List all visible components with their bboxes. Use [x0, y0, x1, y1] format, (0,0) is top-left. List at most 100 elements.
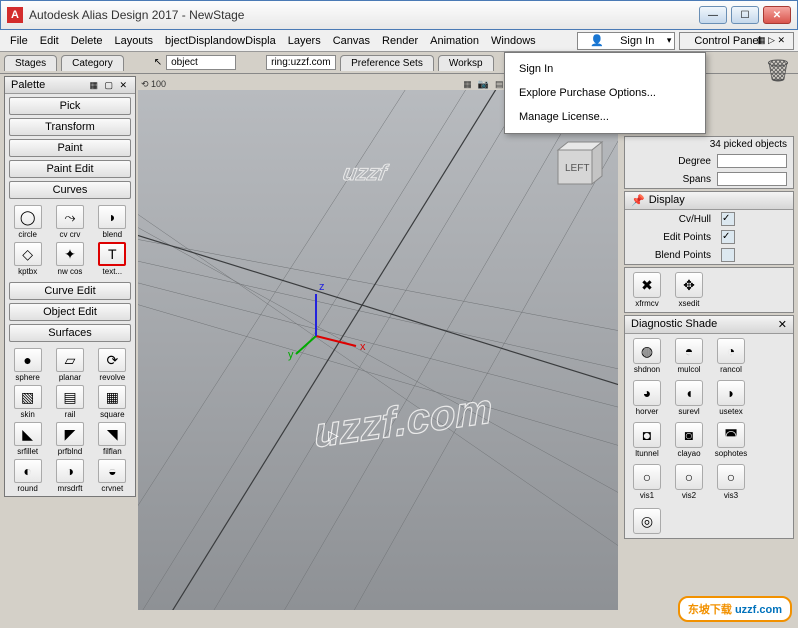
- tool-label: crvnet: [101, 484, 123, 493]
- menu-delete[interactable]: Delete: [65, 33, 109, 49]
- diag-tool-rancol[interactable]: ◔rancol: [713, 338, 749, 374]
- close-icon[interactable]: ✕: [778, 318, 787, 331]
- diag-tool-clayao[interactable]: ◙clayao: [671, 422, 707, 458]
- xform-tool-xsedit[interactable]: ✥xsedit: [671, 272, 707, 308]
- palette-curve-edit[interactable]: Curve Edit: [9, 282, 131, 300]
- menu-item-manage-license[interactable]: Manage License...: [505, 105, 705, 129]
- diag-tool-usetex[interactable]: ◗usetex: [713, 380, 749, 416]
- curves-tool-kptbx[interactable]: ◇kptbx: [7, 241, 48, 277]
- menu-windows[interactable]: Windows: [485, 33, 542, 49]
- curves-tool-blend[interactable]: ◗blend: [92, 204, 133, 240]
- surfaces-tool-prfblnd[interactable]: ◤prfblnd: [49, 421, 90, 457]
- maximize-button[interactable]: ☐: [731, 6, 759, 24]
- tab-category[interactable]: Category: [61, 55, 124, 71]
- spans-field[interactable]: [717, 172, 787, 186]
- vp-icon[interactable]: ▤: [495, 79, 504, 90]
- tab-workspace[interactable]: Worksp: [438, 55, 494, 71]
- tool-label: skin: [21, 410, 35, 419]
- icon-label: sophotes: [715, 449, 747, 458]
- curves-tool-text...[interactable]: Ttext...: [92, 241, 133, 277]
- display-section-title[interactable]: 📌Display: [625, 192, 793, 210]
- diag-tool-horver[interactable]: ◕horver: [629, 380, 665, 416]
- mulcol-icon: ◓: [675, 338, 703, 364]
- tab-stages[interactable]: Stages: [4, 55, 57, 71]
- xform-tool-xfrmcv[interactable]: ✖xfrmcv: [629, 272, 665, 308]
- diag-tool-shdnon[interactable]: ◍shdnon: [629, 338, 665, 374]
- menu-canvas[interactable]: Canvas: [327, 33, 376, 49]
- cvhull-checkbox[interactable]: ✓: [721, 212, 735, 226]
- palette-transform[interactable]: Transform: [9, 118, 131, 136]
- control-panel-button[interactable]: Control Panel ▦ ▷ ✕: [679, 32, 794, 50]
- menu-item-signin[interactable]: Sign In: [505, 57, 705, 81]
- surfaces-tool-planar[interactable]: ▱planar: [49, 347, 90, 383]
- blendpoints-checkbox[interactable]: [721, 248, 735, 262]
- menu-file[interactable]: File: [4, 33, 34, 49]
- surfaces-tool-sphere[interactable]: ●sphere: [7, 347, 48, 383]
- degree-field[interactable]: [717, 154, 787, 168]
- palette-header-icons[interactable]: ▦ ▢ ✕: [89, 80, 129, 91]
- diag-tool-vis3[interactable]: ○vis3: [713, 464, 749, 500]
- crvnet-icon: ◒: [98, 459, 126, 483]
- minimize-button[interactable]: —: [699, 6, 727, 24]
- palette-title: Palette: [11, 79, 45, 91]
- svg-text:uzzf.com: uzzf.com: [314, 384, 494, 456]
- tab-preference-sets[interactable]: Preference Sets: [340, 55, 434, 71]
- menu-animation[interactable]: Animation: [424, 33, 485, 49]
- user-icon: 👤: [584, 32, 610, 49]
- menu-item-explore-purchase[interactable]: Explore Purchase Options...: [505, 81, 705, 105]
- diag-tool-mulcol[interactable]: ◓mulcol: [671, 338, 707, 374]
- circle-icon: ◯: [14, 205, 42, 229]
- surfaces-tool-square[interactable]: ▦square: [92, 384, 133, 420]
- sophotes-icon: ◚: [717, 422, 745, 448]
- clayao-icon: ◙: [675, 422, 703, 448]
- vp-icon[interactable]: 📷: [478, 79, 489, 90]
- vp-icon[interactable]: ▦: [463, 79, 472, 90]
- svg-text:x: x: [360, 341, 366, 353]
- surfaces-tool-rail[interactable]: ▤rail: [49, 384, 90, 420]
- menu-layers[interactable]: Layers: [282, 33, 327, 49]
- palette-paint-edit[interactable]: Paint Edit: [9, 160, 131, 178]
- diag-tool-ltunnel[interactable]: ◘ltunnel: [629, 422, 665, 458]
- palette-surfaces[interactable]: Surfaces: [9, 324, 131, 342]
- viewport-3d[interactable]: x y z LEFT uzzf uzzf.com ▷: [138, 90, 618, 610]
- diag-tool-vis2[interactable]: ○vis2: [671, 464, 707, 500]
- diag-tool-sophotes[interactable]: ◚sophotes: [713, 422, 749, 458]
- vis2-icon: ○: [675, 464, 703, 490]
- surfaces-tool-srfillet[interactable]: ◣srfillet: [7, 421, 48, 457]
- surfaces-tool-mrsdrft[interactable]: ◑mrsdrft: [49, 458, 90, 494]
- icon-label: xfrmcv: [635, 299, 659, 308]
- palette-object-edit[interactable]: Object Edit: [9, 303, 131, 321]
- surfaces-tool-crvnet[interactable]: ◒crvnet: [92, 458, 133, 494]
- menu-render[interactable]: Render: [376, 33, 424, 49]
- palette-curves[interactable]: Curves: [9, 181, 131, 199]
- close-button[interactable]: ✕: [763, 6, 791, 24]
- diag-extra-tool[interactable]: ◎: [629, 508, 665, 534]
- surfaces-tool-revolve[interactable]: ⟳revolve: [92, 347, 133, 383]
- curves-tool-circle[interactable]: ◯circle: [7, 204, 48, 240]
- ring-input[interactable]: ring:uzzf.com: [266, 55, 336, 70]
- curves-tool-cv crv[interactable]: ⤳cv crv: [49, 204, 90, 240]
- menu-layouts[interactable]: Layouts: [109, 33, 160, 49]
- icon-label: vis3: [724, 491, 738, 500]
- editpoints-checkbox[interactable]: ✓: [721, 230, 735, 244]
- curves-tool-grid: ◯circle⤳cv crv◗blend ◇kptbx✦nw cosTtext..…: [5, 202, 135, 279]
- palette-paint[interactable]: Paint: [9, 139, 131, 157]
- diag-tool-surevl[interactable]: ◖surevl: [671, 380, 707, 416]
- surfaces-tool-round[interactable]: ◐round: [7, 458, 48, 494]
- filflan-icon: ◥: [98, 422, 126, 446]
- surfaces-tool-skin[interactable]: ▧skin: [7, 384, 48, 420]
- palette-pick[interactable]: Pick: [9, 97, 131, 115]
- signin-menu: Sign In Explore Purchase Options... Mana…: [504, 52, 706, 134]
- curves-tool-nw cos[interactable]: ✦nw cos: [49, 241, 90, 277]
- rancol-icon: ◔: [717, 338, 745, 364]
- diagnostic-shade-title[interactable]: Diagnostic Shade✕: [625, 316, 793, 334]
- object-input[interactable]: object: [166, 55, 236, 70]
- diag-tool-vis1[interactable]: ○vis1: [629, 464, 665, 500]
- signin-dropdown[interactable]: 👤 Sign In: [577, 32, 675, 50]
- tool-label: round: [17, 484, 37, 493]
- menu-objectdisplay[interactable]: bjectDisplandowDispla: [159, 33, 282, 49]
- tool-label: srfillet: [17, 447, 38, 456]
- menu-edit[interactable]: Edit: [34, 33, 65, 49]
- revolve-icon: ⟳: [98, 348, 126, 372]
- surfaces-tool-filflan[interactable]: ◥filflan: [92, 421, 133, 457]
